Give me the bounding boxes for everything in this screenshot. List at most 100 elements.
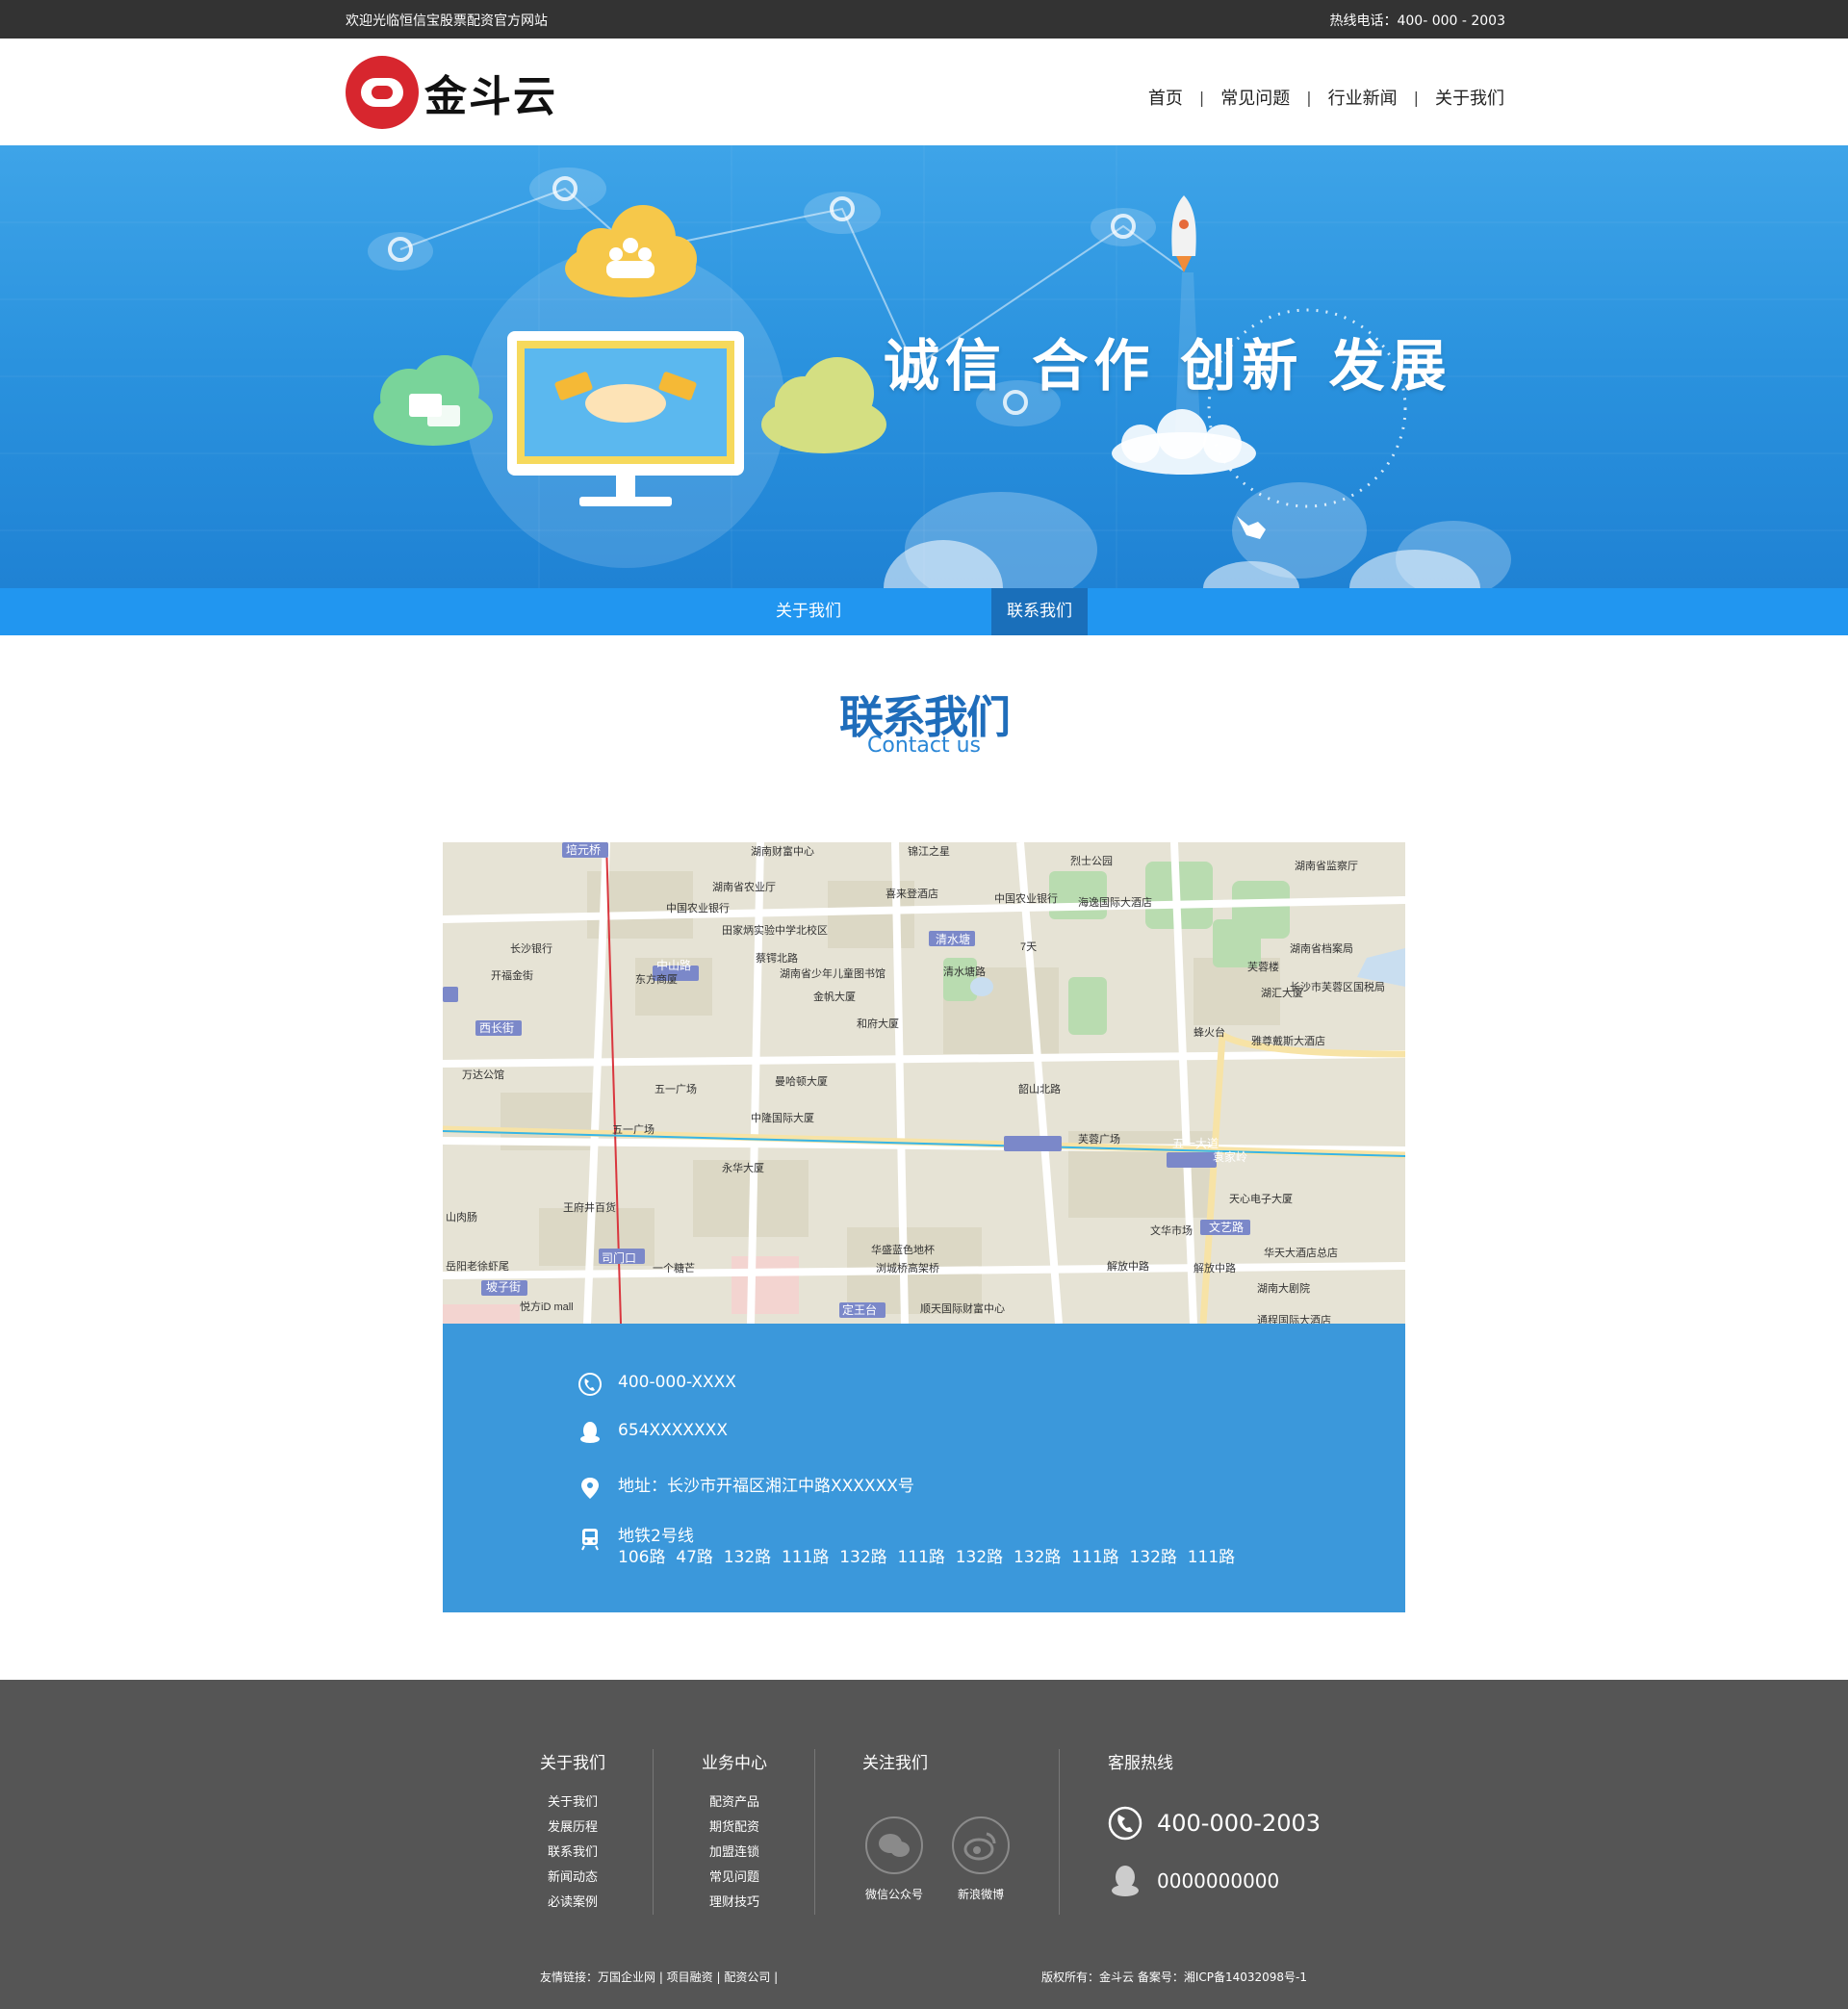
footer-link[interactable]: 常见问题 bbox=[702, 1866, 767, 1891]
map-poi-label: 岳阳老徐虾尾 bbox=[446, 1259, 509, 1273]
map-poi-label: 海逸国际大酒店 bbox=[1078, 895, 1152, 909]
map-poi-label: 金帆大厦 bbox=[813, 990, 856, 1003]
map-poi-label: 田家炳实验中学北校区 bbox=[722, 923, 828, 937]
nav-item-news[interactable]: 行业新闻 bbox=[1328, 85, 1398, 110]
map-poi-label: 长沙银行 bbox=[510, 941, 552, 955]
logo-text: 金斗云 bbox=[424, 72, 557, 121]
map-poi-label: 芙蓉广场 bbox=[1078, 1132, 1120, 1146]
map-poi-label: 顺天国际财富中心 bbox=[920, 1301, 1005, 1315]
map-poi-label: 长沙市芙蓉区国税局 bbox=[1290, 980, 1385, 993]
tab-about[interactable]: 关于我们 bbox=[760, 588, 857, 635]
sub-nav: 关于我们 联系我们 bbox=[0, 588, 1848, 635]
map-poi-label: 清水塘路 bbox=[943, 965, 986, 978]
wechat-label: 微信公众号 bbox=[864, 1888, 923, 1901]
map-poi-label: 中国农业银行 bbox=[666, 901, 730, 914]
footer-col-about: 关于我们 关于我们 发展历程 联系我们 新闻动态 必读案例 bbox=[540, 1749, 605, 1916]
hero-banner: 诚信 合作 创新 发展 bbox=[0, 145, 1848, 588]
nav-separator: | bbox=[1413, 88, 1419, 107]
weibo-label: 新浪微博 bbox=[957, 1888, 1004, 1901]
map-poi-label: 一个糖芒 bbox=[653, 1261, 695, 1275]
phone-icon bbox=[578, 1373, 602, 1396]
contact-phone: 400-000-XXXX bbox=[618, 1373, 736, 1392]
footer-link[interactable]: 期货配资 bbox=[702, 1816, 767, 1841]
map-poi-label: 蜂火台 bbox=[1194, 1025, 1225, 1039]
contact-address-row: 地址：长沙市开福区湘江中路XXXXXX号 bbox=[578, 1476, 914, 1501]
yellow-cloud-icon bbox=[565, 205, 697, 297]
footer: 关于我们 关于我们 发展历程 联系我们 新闻动态 必读案例 业务中心 配资产品 … bbox=[0, 1680, 1848, 2009]
nav-item-about[interactable]: 关于我们 bbox=[1435, 85, 1504, 110]
footer-link[interactable]: 配资产品 bbox=[702, 1790, 767, 1816]
footer-link[interactable]: 关于我们 bbox=[540, 1790, 605, 1816]
location-map[interactable]: 培元桥 湖南财富中心 锦江之星 烈士公园 湖南省农业厅 喜来登酒店 中国农业银行 湖南省监察厅… bbox=[443, 842, 1405, 1324]
map-poi-label: 西长街 bbox=[479, 1021, 514, 1035]
map-poi-label: 悦方iD mall bbox=[520, 1300, 574, 1313]
weibo-link[interactable]: 新浪微博 bbox=[942, 1816, 1019, 1902]
bus-icon bbox=[581, 1529, 599, 1551]
map-poi-label: 湖南大剧院 bbox=[1257, 1281, 1310, 1295]
map-poi-label: 山肉肠 bbox=[446, 1211, 477, 1223]
footer-link[interactable]: 新闻动态 bbox=[540, 1866, 605, 1891]
weibo-icon[interactable] bbox=[952, 1816, 1010, 1874]
map-poi-label: 和府大厦 bbox=[857, 1017, 899, 1030]
contact-info-box: 400-000-XXXX 654XXXXXXX 地址：长沙市开福区湘江中路XXX… bbox=[443, 1324, 1405, 1612]
map-poi-label: 华天大酒店总店 bbox=[1264, 1246, 1338, 1259]
map-poi-label: 解放中路 bbox=[1194, 1261, 1236, 1275]
map-poi-label: 五一广场 bbox=[654, 1082, 697, 1095]
wechat-link[interactable]: 微信公众号 bbox=[856, 1816, 933, 1902]
footer-col-hotline: 客服热线 bbox=[1108, 1749, 1173, 1790]
footer-link[interactable]: 必读案例 bbox=[540, 1891, 605, 1916]
nav-separator: | bbox=[1306, 88, 1312, 107]
welcome-text: 欢迎光临恒信宝股票配资官方网站 bbox=[346, 13, 548, 29]
map-poi-label: 中国农业银行 bbox=[994, 891, 1058, 905]
logo[interactable]: 金斗云 bbox=[346, 56, 557, 129]
footer-col-follow: 关注我们 bbox=[862, 1749, 928, 1790]
top-bar: 欢迎光临恒信宝股票配资官方网站 热线电话：400- 000 - 2003 bbox=[0, 0, 1848, 39]
footer-phone-row: 400-000-2003 bbox=[1107, 1805, 1321, 1842]
page-subtitle: Contact us bbox=[867, 734, 981, 758]
map-canvas[interactable]: 培元桥 湖南财富中心 锦江之星烈士公园湖南省农业厅喜来登酒店 中国农业银行湖南省监察厅… bbox=[443, 842, 1405, 1324]
banner-slogan: 诚信 合作 创新 发展 bbox=[884, 333, 1452, 399]
footer-link[interactable]: 发展历程 bbox=[540, 1816, 605, 1841]
map-poi-label: 浏城桥高架桥 bbox=[876, 1261, 939, 1275]
map-poi-label: 天心电子大厦 bbox=[1229, 1192, 1293, 1205]
map-poi-label: 文艺路 bbox=[1209, 1220, 1244, 1234]
map-poi-label: 解放中路 bbox=[1107, 1259, 1149, 1273]
map-poi-label: 通程国际大酒店 bbox=[1257, 1313, 1331, 1324]
map-poi-label: 喜来登酒店 bbox=[886, 887, 938, 900]
map-poi-label: 烈士公园 bbox=[1070, 854, 1113, 867]
footer-qq-row: 0000000000 bbox=[1107, 1863, 1279, 1899]
contact-qq-row: 654XXXXXXX bbox=[578, 1420, 728, 1445]
contact-qq: 654XXXXXXX bbox=[618, 1421, 728, 1440]
map-poi-label: 培元桥 bbox=[566, 842, 601, 857]
nav-separator: | bbox=[1198, 88, 1205, 107]
map-poi-label: 文华市场 bbox=[1150, 1223, 1193, 1237]
map-poi-label: 雅尊戴斯大酒店 bbox=[1251, 1034, 1325, 1047]
header: 金斗云 首页 | 常见问题 | 行业新闻 | 关于我们 bbox=[0, 39, 1848, 145]
tab-contact[interactable]: 联系我们 bbox=[991, 588, 1088, 635]
hotline-text: 热线电话：400- 000 - 2003 bbox=[1329, 13, 1505, 29]
map-poi-label: 湖南省少年儿童图书馆 bbox=[780, 966, 886, 980]
map-poi-label: 中隆国际大厦 bbox=[751, 1111, 814, 1124]
footer-col-title: 关于我们 bbox=[540, 1754, 605, 1773]
wechat-icon[interactable] bbox=[865, 1816, 923, 1874]
map-poi-label: 五一广场 bbox=[612, 1122, 654, 1136]
footer-link[interactable]: 联系我们 bbox=[540, 1841, 605, 1866]
copyright: 版权所有：金斗云 备案号：湘ICP备14032098号-1 bbox=[1041, 1970, 1308, 1984]
contact-address: 地址：长沙市开福区湘江中路XXXXXX号 bbox=[618, 1477, 914, 1496]
footer-col-title: 业务中心 bbox=[702, 1754, 767, 1773]
map-poi-label: 芙蓉楼 bbox=[1247, 960, 1279, 973]
qq-penguin-icon bbox=[1112, 1866, 1139, 1896]
footer-link[interactable]: 理财技巧 bbox=[702, 1891, 767, 1916]
location-pin-icon bbox=[581, 1478, 599, 1499]
map-poi-label: 蔡锷北路 bbox=[756, 951, 798, 965]
nav-item-home[interactable]: 首页 bbox=[1148, 85, 1183, 110]
map-poi-label: 王府井百货 bbox=[563, 1200, 616, 1214]
section-heading: 联系我们 Contact us bbox=[0, 693, 1848, 759]
footer-link[interactable]: 加盟连锁 bbox=[702, 1841, 767, 1866]
map-poi-label: 韶山北路 bbox=[1018, 1082, 1061, 1095]
friend-links[interactable]: 友情链接：万国企业网 | 项目融资 | 配资公司 | bbox=[540, 1969, 778, 1985]
footer-col-business: 业务中心 配资产品 期货配资 加盟连锁 常见问题 理财技巧 bbox=[702, 1749, 767, 1916]
contact-transit-row: 地铁2号线 106路 47路 132路 111路 132路 111路 132路 … bbox=[578, 1526, 1235, 1568]
map-poi-label: 湖南省农业厅 bbox=[712, 880, 776, 893]
nav-item-faq[interactable]: 常见问题 bbox=[1220, 85, 1290, 110]
